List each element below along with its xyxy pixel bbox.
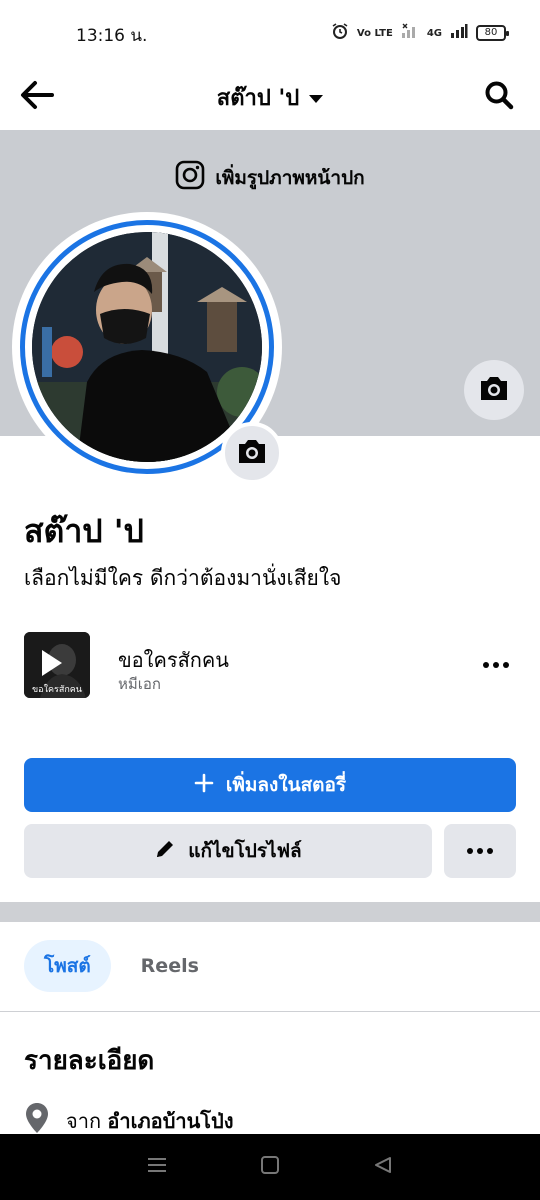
recent-apps-button[interactable]	[137, 1147, 177, 1187]
chevron-down-icon	[309, 94, 324, 103]
location-prefix: จาก	[66, 1108, 102, 1133]
status-icons: Vo LTE 4G 80	[331, 22, 509, 44]
triangle-back-icon	[373, 1155, 393, 1179]
signal-1-icon	[401, 23, 419, 43]
square-icon	[260, 1155, 280, 1179]
profile-name: สต๊าป 'ป	[24, 512, 144, 550]
signal-2-icon	[450, 23, 468, 43]
plus-icon	[194, 773, 214, 798]
more-dot	[487, 848, 493, 854]
back-nav-button[interactable]	[363, 1147, 403, 1187]
more-dot	[493, 662, 499, 668]
more-dot	[503, 662, 509, 668]
more-options-button[interactable]	[444, 824, 516, 878]
add-cover-photo-button[interactable]: เพิ่มรูปภาพหน้าปก	[0, 160, 540, 195]
status-bar: 13:16 น. Vo LTE 4G 80	[0, 0, 540, 64]
add-to-story-button[interactable]: เพิ่มลงในสตอรี่	[24, 758, 516, 812]
details-heading: รายละเอียด	[24, 1046, 155, 1076]
system-nav-bar	[0, 1134, 540, 1200]
search-button[interactable]	[478, 76, 520, 118]
profile-tabs: โพสต์ Reels	[24, 940, 219, 994]
search-icon	[484, 80, 514, 114]
section-divider	[0, 902, 540, 922]
profile-switcher[interactable]: สต๊าป 'ป	[0, 80, 540, 115]
volte-indicator: Vo LTE	[356, 27, 393, 39]
add-cover-label: เพิ่มรูปภาพหน้าปก	[215, 166, 365, 189]
more-dot	[477, 848, 483, 854]
avatar-camera-button[interactable]	[221, 422, 283, 484]
edit-profile-button[interactable]: แก้ไขโปรไฟล์	[24, 824, 432, 878]
location-value[interactable]: อำเภอบ้านโป่ง	[107, 1109, 233, 1133]
profile-bio: เลือกไม่มีใคร ดีกว่าต้องมานั่งเสียใจ	[24, 566, 342, 590]
music-artist: หมีเอก	[118, 675, 161, 693]
more-dot	[483, 662, 489, 668]
pencil-icon	[154, 838, 176, 865]
cover-camera-button[interactable]	[464, 360, 524, 420]
status-time: 13:16 น.	[76, 26, 148, 46]
camera-icon	[478, 374, 510, 406]
profile-photo	[32, 232, 262, 462]
home-button[interactable]	[250, 1147, 290, 1187]
music-thumb-caption: ขอใครสักคน	[32, 685, 82, 695]
instagram-camera-icon	[175, 160, 205, 195]
tabs-divider	[0, 1011, 540, 1012]
camera-icon	[236, 437, 268, 469]
tab-posts[interactable]: โพสต์	[24, 940, 111, 992]
top-app-bar: สต๊าป 'ป	[0, 64, 540, 130]
header-title: สต๊าป 'ป	[216, 86, 300, 111]
profile-music[interactable]: ขอใครสักคน ขอใครสักคน หมีเอก	[24, 632, 516, 700]
menu-icon	[146, 1156, 168, 1178]
music-thumbnail[interactable]: ขอใครสักคน	[24, 632, 90, 698]
music-more-button[interactable]	[476, 650, 516, 680]
tab-reels[interactable]: Reels	[121, 940, 219, 992]
network-type: 4G	[426, 27, 442, 39]
more-dot	[467, 848, 473, 854]
battery-icon: 80	[476, 25, 509, 41]
add-to-story-label: เพิ่มลงในสตอรี่	[225, 774, 347, 796]
alarm-icon	[331, 22, 349, 44]
edit-profile-label: แก้ไขโปรไฟล์	[188, 840, 302, 862]
